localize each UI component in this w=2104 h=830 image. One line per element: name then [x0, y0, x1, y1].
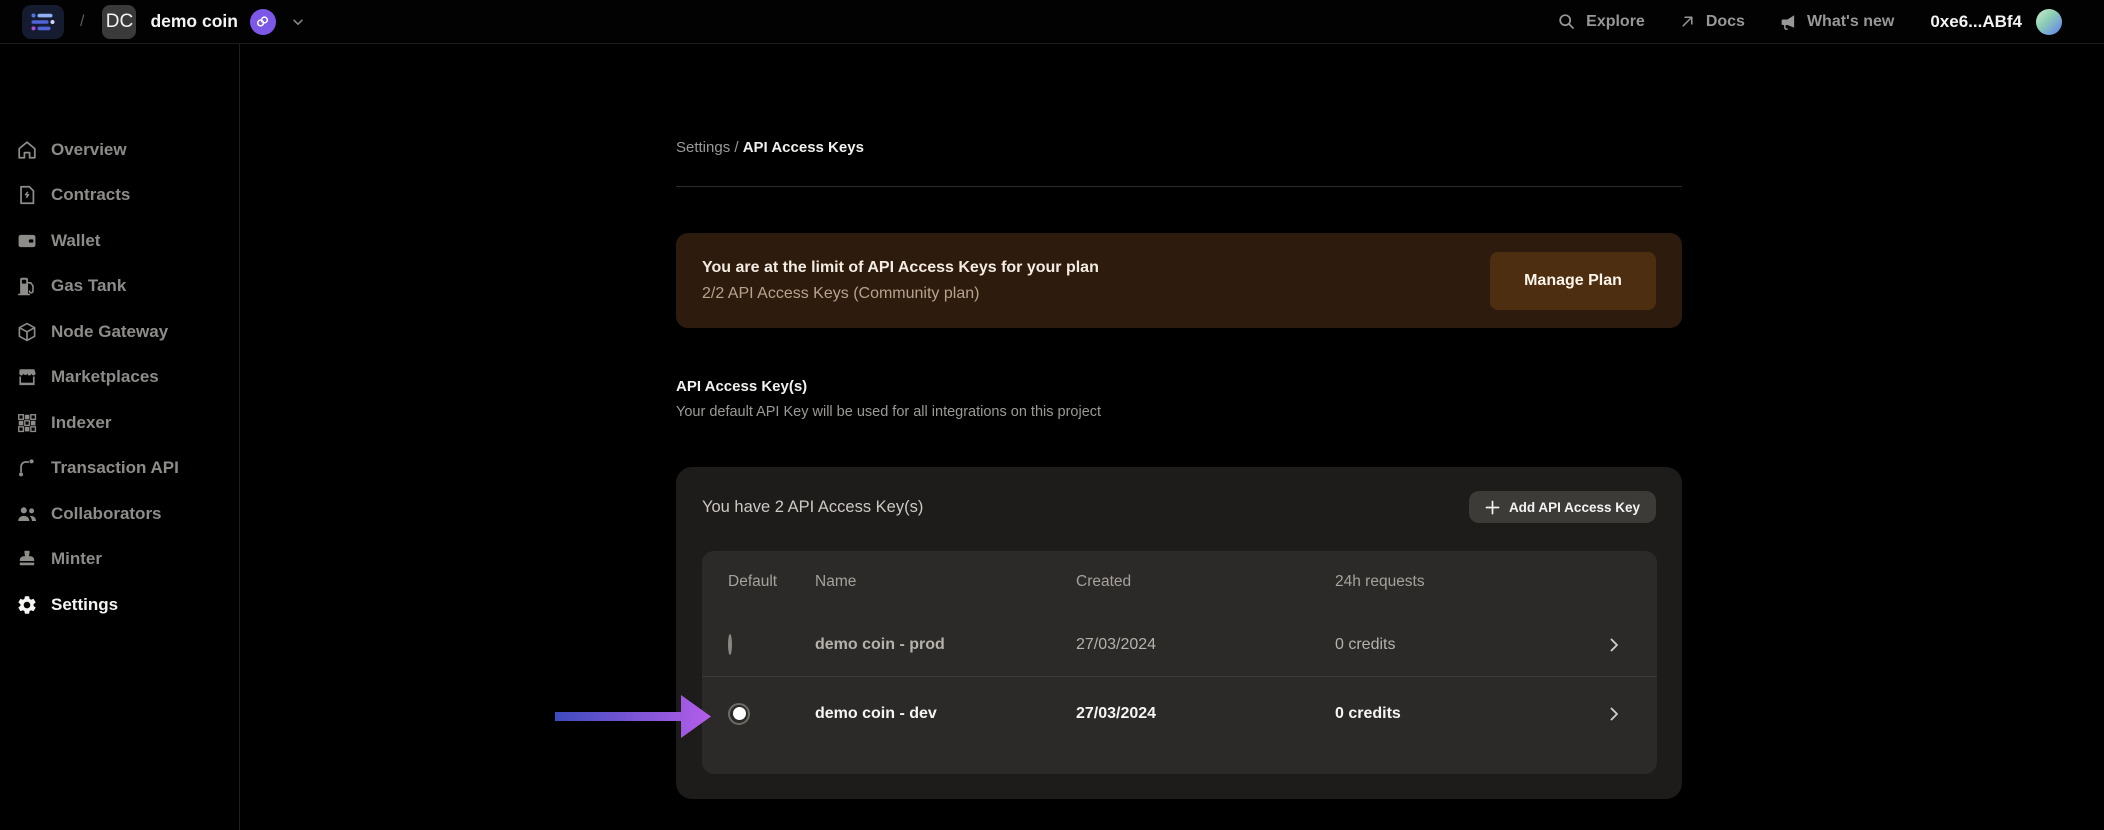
user-avatar[interactable]	[2036, 9, 2062, 35]
sidebar-item-indexer[interactable]: Indexer	[0, 400, 239, 446]
breadcrumb-current-page: API Access Keys	[743, 139, 864, 156]
stamp-icon	[16, 548, 38, 570]
column-header-created: Created	[1076, 573, 1335, 591]
add-api-key-button[interactable]: Add API Access Key	[1469, 491, 1656, 523]
sidebar-item-label: Collaborators	[51, 504, 162, 524]
column-header-24h-requests: 24h requests	[1335, 573, 1597, 591]
sidebar-item-label: Transaction API	[51, 458, 179, 478]
api-key-name: demo coin - prod	[815, 636, 1076, 654]
sidebar-item-marketplaces[interactable]: Marketplaces	[0, 355, 239, 401]
home-icon	[16, 139, 38, 161]
cube-icon	[16, 321, 38, 343]
sidebar-item-settings[interactable]: Settings	[0, 582, 239, 628]
plan-limit-title: You are at the limit of API Access Keys …	[702, 259, 1099, 277]
api-key-requests: 0 credits	[1335, 705, 1597, 723]
sidebar-item-label: Marketplaces	[51, 367, 159, 387]
sidebar-item-label: Overview	[51, 140, 127, 160]
breadcrumb-separator: /	[734, 139, 742, 156]
api-key-name: demo coin - dev	[815, 705, 1076, 723]
api-key-row-prod[interactable]: demo coin - prod 27/03/2024 0 credits	[702, 613, 1657, 676]
wallet-address[interactable]: 0xe6...ABf4	[1930, 12, 2022, 32]
manage-plan-button[interactable]: Manage Plan	[1490, 252, 1656, 310]
breadcrumb: Settings / API Access Keys	[676, 139, 864, 156]
api-keys-table: Default Name Created 24h requests demo c…	[702, 551, 1657, 774]
plan-limit-subtitle: 2/2 API Access Keys (Community plan)	[702, 285, 1099, 303]
chevron-right-icon	[1606, 706, 1622, 722]
api-keys-card-header: You have 2 API Access Key(s) Add API Acc…	[702, 487, 1656, 527]
api-keys-count-label: You have 2 API Access Key(s)	[702, 498, 923, 517]
sidebar-item-node-gateway[interactable]: Node Gateway	[0, 309, 239, 355]
main-content: Settings / API Access Keys You are at th…	[676, 0, 1682, 830]
chevron-down-icon	[290, 14, 306, 30]
section-title: API Access Key(s)	[676, 378, 807, 395]
nav-docs[interactable]: Docs	[1679, 13, 1745, 31]
sidebar-item-collaborators[interactable]: Collaborators	[0, 491, 239, 537]
contract-icon	[16, 184, 38, 206]
header-divider	[676, 186, 1682, 187]
project-name: demo coin	[150, 11, 238, 32]
megaphone-icon	[1779, 13, 1797, 31]
gas-pump-icon	[16, 275, 38, 297]
default-radio-unselected[interactable]	[728, 634, 732, 655]
sidebar-item-minter[interactable]: Minter	[0, 537, 239, 583]
sidebar-item-label: Settings	[51, 595, 118, 615]
nav-docs-label: Docs	[1706, 13, 1745, 31]
app-logo[interactable]	[22, 5, 64, 39]
api-keys-card: You have 2 API Access Key(s) Add API Acc…	[676, 467, 1682, 799]
chain-link-badge[interactable]	[250, 9, 276, 35]
plan-limit-banner: You are at the limit of API Access Keys …	[676, 233, 1682, 328]
add-api-key-label: Add API Access Key	[1509, 500, 1640, 515]
sidebar-item-label: Indexer	[51, 413, 111, 433]
plan-limit-banner-text: You are at the limit of API Access Keys …	[702, 259, 1099, 303]
default-radio-selected[interactable]	[728, 703, 750, 725]
sidebar-item-transaction-api[interactable]: Transaction API	[0, 446, 239, 492]
api-key-row-dev[interactable]: demo coin - dev 27/03/2024 0 credits	[702, 677, 1657, 750]
api-key-created: 27/03/2024	[1076, 705, 1335, 723]
gear-icon	[16, 594, 38, 616]
sidebar-item-label: Contracts	[51, 185, 130, 205]
sidebar-item-label: Gas Tank	[51, 276, 126, 296]
grid-icon	[16, 412, 38, 434]
sidebar: Overview Contracts Wallet Gas Tank Node …	[0, 44, 240, 830]
sidebar-item-contracts[interactable]: Contracts	[0, 173, 239, 219]
sidebar-item-wallet[interactable]: Wallet	[0, 218, 239, 264]
column-header-default: Default	[728, 573, 815, 591]
api-key-requests: 0 credits	[1335, 636, 1597, 654]
column-header-name: Name	[815, 573, 1076, 591]
table-header-row: Default Name Created 24h requests	[702, 551, 1657, 613]
sidebar-item-label: Wallet	[51, 231, 100, 251]
project-switcher-chevron[interactable]	[290, 14, 306, 30]
sidebar-item-label: Node Gateway	[51, 322, 168, 342]
app-logo-icon	[29, 11, 57, 33]
nav-whats-new-label: What's new	[1807, 13, 1894, 31]
chevron-right-icon	[1606, 637, 1622, 653]
sidebar-item-label: Minter	[51, 549, 102, 569]
wallet-icon	[16, 230, 38, 252]
project-initials-badge[interactable]: DC	[102, 5, 136, 39]
transaction-path-icon	[16, 457, 38, 479]
section-subtitle: Your default API Key will be used for al…	[676, 404, 1101, 420]
sidebar-item-overview[interactable]: Overview	[0, 127, 239, 173]
nav-whats-new[interactable]: What's new	[1779, 13, 1894, 31]
plus-icon	[1485, 500, 1500, 515]
api-key-created: 27/03/2024	[1076, 636, 1335, 654]
storefront-icon	[16, 366, 38, 388]
people-icon	[16, 503, 38, 525]
sidebar-item-gas-tank[interactable]: Gas Tank	[0, 264, 239, 310]
breadcrumb-settings-link[interactable]: Settings	[676, 139, 730, 156]
chain-link-icon	[255, 14, 270, 29]
topbar-separator: /	[80, 13, 84, 31]
